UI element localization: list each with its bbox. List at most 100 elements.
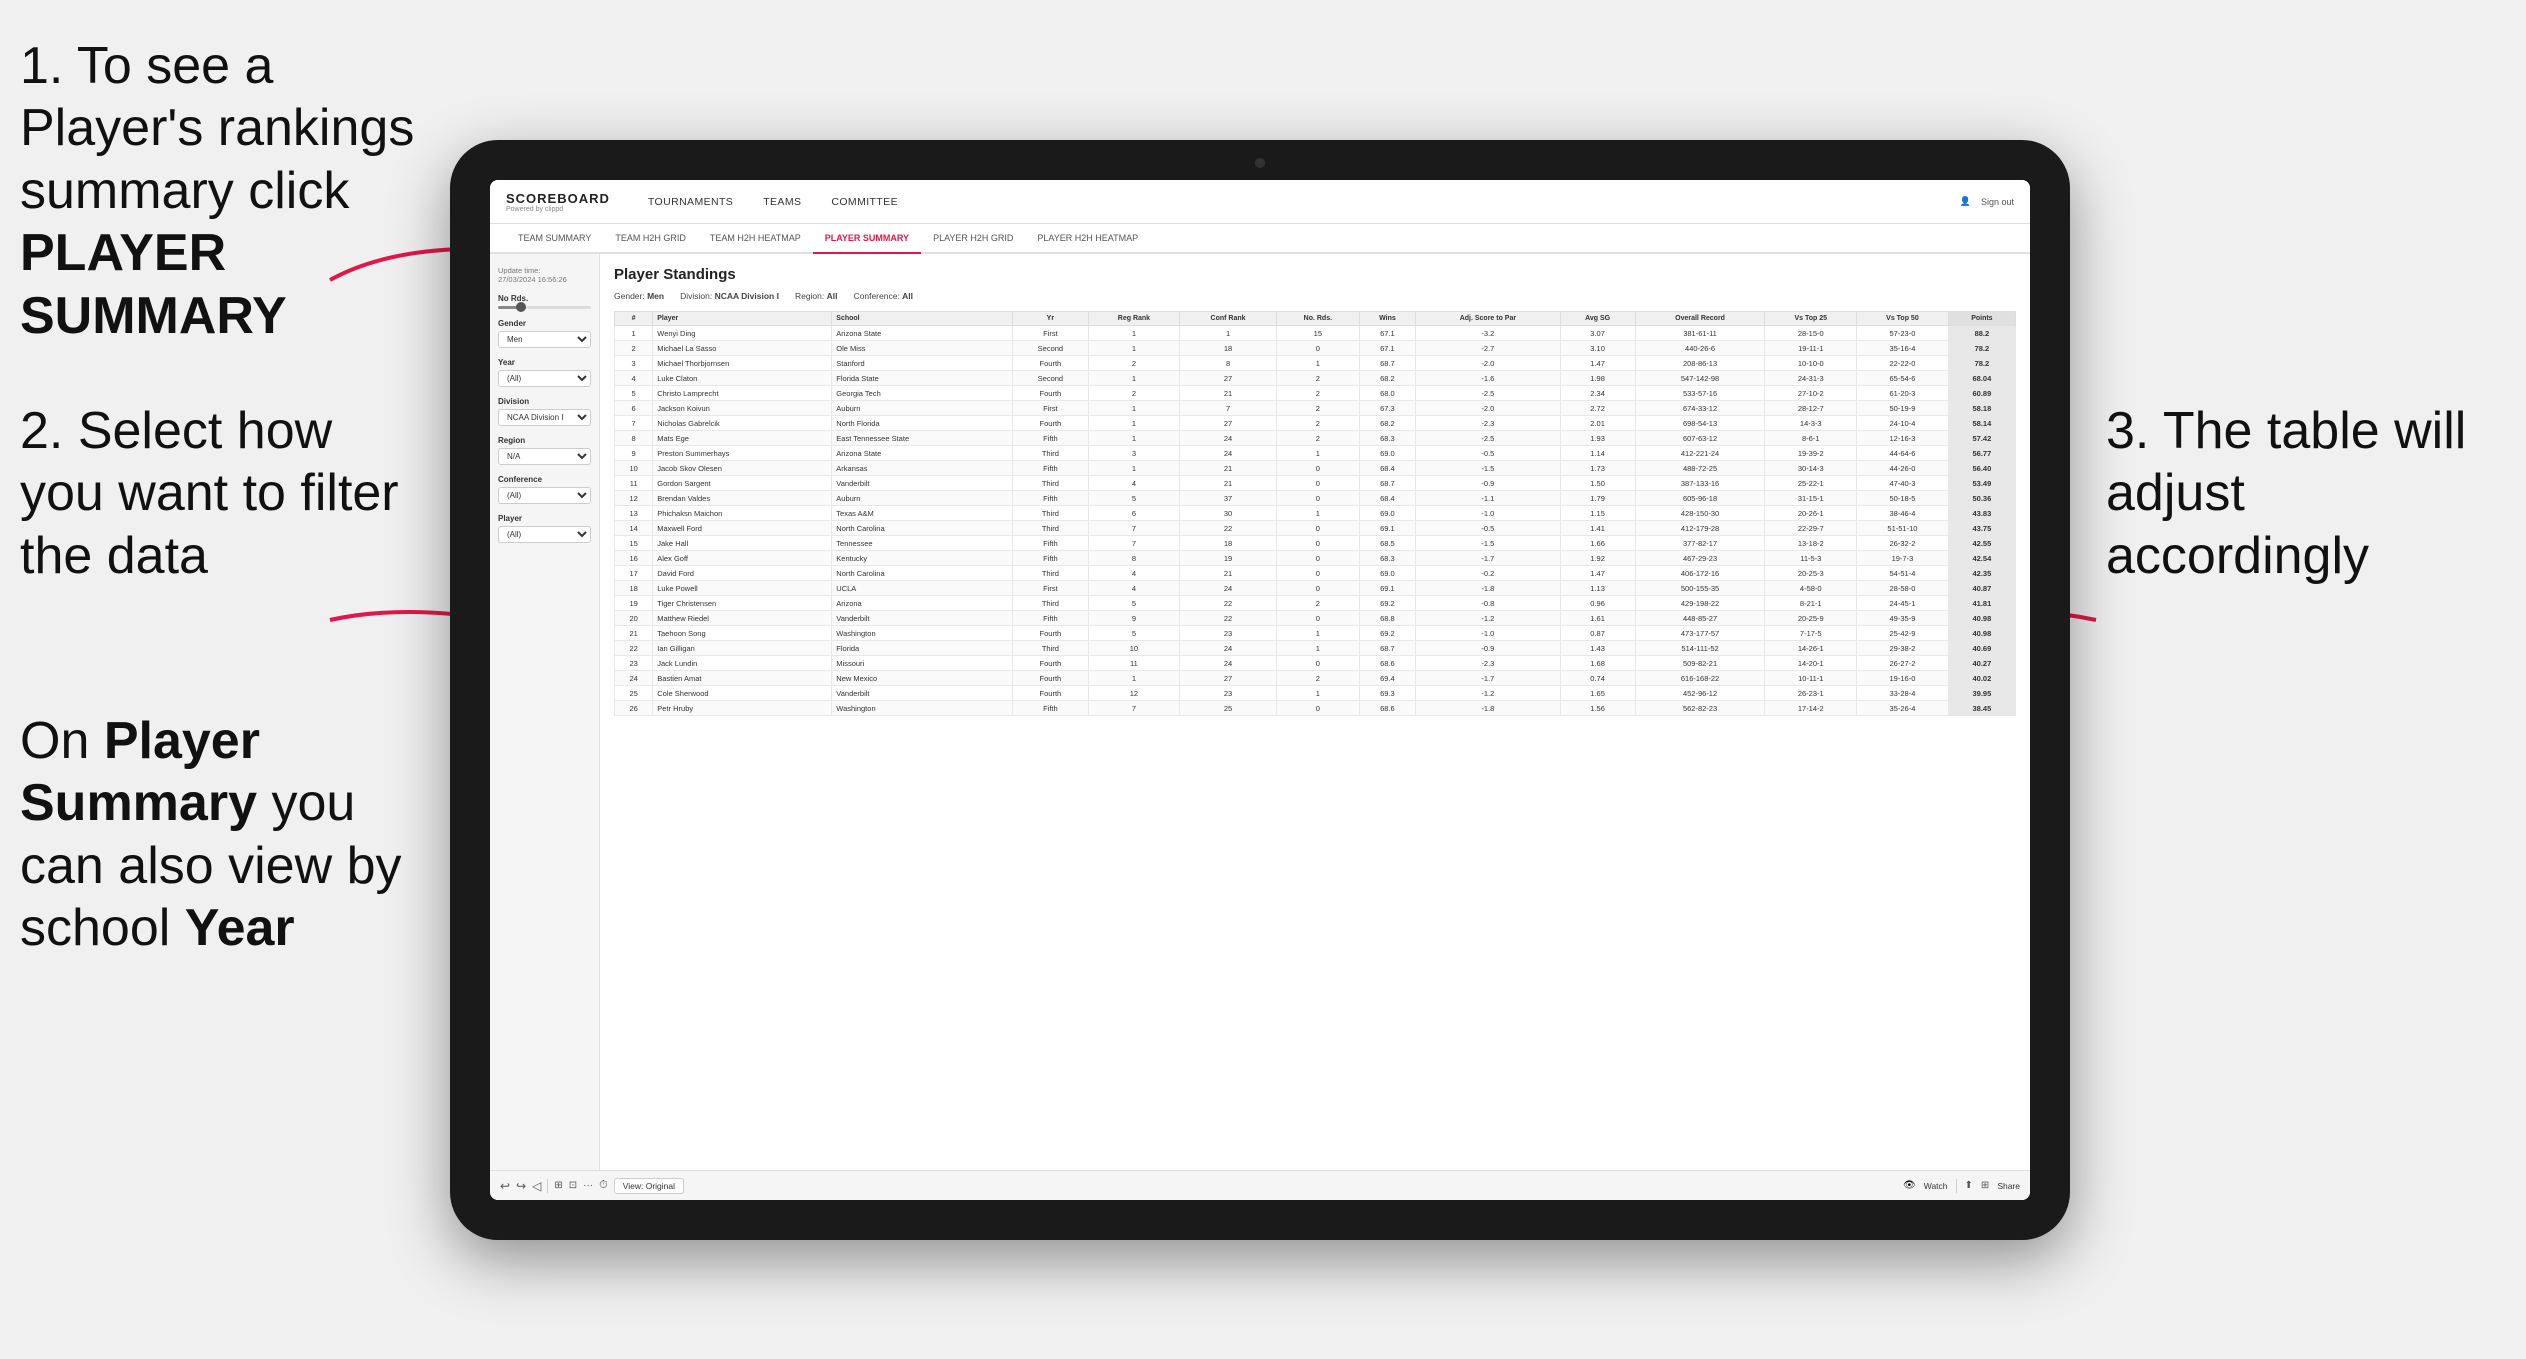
table-cell: East Tennessee State (832, 431, 1013, 446)
sub-nav-player-h2h-grid[interactable]: PLAYER H2H GRID (921, 224, 1025, 252)
table-cell: 9 (1088, 611, 1179, 626)
toolbar-copy[interactable]: ⊞ (554, 1180, 562, 1191)
toolbar-clock[interactable]: ⏱ (599, 1179, 608, 1192)
table-cell: 9 (615, 446, 653, 461)
grid-icon[interactable]: ⊞ (1981, 1180, 1989, 1191)
table-row[interactable]: 1Wenyi DingArizona StateFirst111567.1-3.… (615, 326, 2016, 341)
sub-nav-team-h2h-heatmap[interactable]: TEAM H2H HEATMAP (698, 224, 813, 252)
toolbar-dots[interactable]: ··· (583, 1180, 593, 1191)
nav-committee[interactable]: COMMITTEE (817, 191, 912, 213)
table-row[interactable]: 10Jacob Skov OlesenArkansasFifth121068.4… (615, 461, 2016, 476)
table-cell: 69.0 (1359, 566, 1416, 581)
export-icon[interactable]: ⬆ (1965, 1180, 1973, 1191)
table-row[interactable]: 19Tiger ChristensenArizonaThird522269.2-… (615, 596, 2016, 611)
table-cell: 68.7 (1359, 476, 1416, 491)
table-cell: Luke Claton (653, 371, 832, 386)
table-row[interactable]: 20Matthew RiedelVanderbiltFifth922068.8-… (615, 611, 2016, 626)
col-overall: Overall Record (1635, 312, 1765, 326)
table-row[interactable]: 18Luke PowellUCLAFirst424069.1-1.81.1350… (615, 581, 2016, 596)
year-section: Year (All) First Second Third Fourth Fif… (498, 358, 591, 387)
sign-out-link[interactable]: Sign out (1981, 197, 2014, 207)
table-cell: Missouri (832, 656, 1013, 671)
table-cell: 19-7-3 (1857, 551, 1949, 566)
table-cell: 387-133-16 (1635, 476, 1765, 491)
table-row[interactable]: 8Mats EgeEast Tennessee StateFifth124268… (615, 431, 2016, 446)
table-cell: Matthew Riedel (653, 611, 832, 626)
table-cell: 40.69 (1948, 641, 2015, 656)
table-row[interactable]: 7Nicholas GabrelcikNorth FloridaFourth12… (615, 416, 2016, 431)
table-cell: 8-21-1 (1765, 596, 1857, 611)
table-cell: 25-42-9 (1857, 626, 1949, 641)
gender-select[interactable]: Men Women (498, 331, 591, 348)
table-cell: 23 (1180, 686, 1277, 701)
table-row[interactable]: 2Michael La SassoOle MissSecond118067.1-… (615, 341, 2016, 356)
slider-track[interactable] (498, 306, 591, 309)
app-header: SCOREBOARD Powered by clippd TOURNAMENTS… (490, 180, 2030, 224)
table-cell: 26 (615, 701, 653, 716)
table-cell: 68.2 (1359, 371, 1416, 386)
region-select[interactable]: N/A All (498, 448, 591, 465)
sub-nav-team-h2h-grid[interactable]: TEAM H2H GRID (603, 224, 698, 252)
table-cell: Vanderbilt (832, 611, 1013, 626)
table-row[interactable]: 15Jake HallTennesseeFifth718068.5-1.51.6… (615, 536, 2016, 551)
table-row[interactable]: 25Cole SherwoodVanderbiltFourth1223169.3… (615, 686, 2016, 701)
toolbar-back[interactable]: ◁ (532, 1179, 541, 1193)
table-cell: 1 (1277, 506, 1360, 521)
instruction-1-bold: PLAYER SUMMARY (20, 224, 287, 344)
conference-select[interactable]: (All) (498, 487, 591, 504)
header-icon: 👤 (1960, 196, 1971, 207)
table-cell: Second (1012, 341, 1088, 356)
tablet-camera (1255, 158, 1265, 168)
table-row[interactable]: 5Christo LamprechtGeorgia TechFourth2212… (615, 386, 2016, 401)
sub-nav-team-summary[interactable]: TEAM SUMMARY (506, 224, 603, 252)
table-row[interactable]: 4Luke ClatonFlorida StateSecond127268.2-… (615, 371, 2016, 386)
table-cell: David Ford (653, 566, 832, 581)
table-cell: 1 (615, 326, 653, 341)
table-cell: -1.1 (1416, 491, 1560, 506)
table-row[interactable]: 14Maxwell FordNorth CarolinaThird722069.… (615, 521, 2016, 536)
table-row[interactable]: 24Bastien AmatNew MexicoFourth127269.4-1… (615, 671, 2016, 686)
logo-area: SCOREBOARD Powered by clippd (506, 191, 610, 213)
table-cell: 28-15-0 (1765, 326, 1857, 341)
table-row[interactable]: 11Gordon SargentVanderbiltThird421068.7-… (615, 476, 2016, 491)
table-row[interactable]: 9Preston SummerhaysArizona StateThird324… (615, 446, 2016, 461)
table-cell: 37 (1180, 491, 1277, 506)
toolbar-paste[interactable]: ⊡ (569, 1180, 577, 1191)
division-select[interactable]: NCAA Division I NCAA Division II NCAA Di… (498, 409, 591, 426)
toolbar-undo[interactable]: ↩ (500, 1179, 510, 1193)
table-cell: 2.72 (1560, 401, 1635, 416)
table-row[interactable]: 22Ian GilliganFloridaThird1024168.7-0.91… (615, 641, 2016, 656)
table-cell: 1 (1277, 641, 1360, 656)
table-cell: Third (1012, 596, 1088, 611)
nav-teams[interactable]: TEAMS (749, 191, 815, 213)
table-row[interactable]: 17David FordNorth CarolinaThird421069.0-… (615, 566, 2016, 581)
table-row[interactable]: 3Michael ThorbjornsenStanfordFourth28168… (615, 356, 2016, 371)
table-row[interactable]: 12Brendan ValdesAuburnFifth537068.4-1.11… (615, 491, 2016, 506)
table-cell: 4 (615, 371, 653, 386)
sub-nav-player-summary[interactable]: PLAYER SUMMARY (813, 224, 921, 254)
filter-gender-label: Gender: Men (614, 291, 664, 301)
tablet-screen: SCOREBOARD Powered by clippd TOURNAMENTS… (490, 180, 2030, 1200)
table-cell: 473-177-57 (1635, 626, 1765, 641)
table-row[interactable]: 23Jack LundinMissouriFourth1124068.6-2.3… (615, 656, 2016, 671)
table-cell: -2.0 (1416, 401, 1560, 416)
toolbar-view[interactable]: View: Original (614, 1178, 684, 1194)
nav-tournaments[interactable]: TOURNAMENTS (634, 191, 747, 213)
table-row[interactable]: 6Jackson KoivunAuburnFirst17267.3-2.02.7… (615, 401, 2016, 416)
instruction-4: On Player Summary you can also view by s… (20, 710, 440, 960)
table-cell: Ian Gilligan (653, 641, 832, 656)
year-select[interactable]: (All) First Second Third Fourth Fifth (498, 370, 591, 387)
table-row[interactable]: 21Taehoon SongWashingtonFourth523169.2-1… (615, 626, 2016, 641)
toolbar-redo[interactable]: ↪ (516, 1179, 526, 1193)
player-select[interactable]: (All) (498, 526, 591, 543)
toolbar-share[interactable]: Share (1997, 1181, 2020, 1191)
table-row[interactable]: 16Alex GoffKentuckyFifth819068.3-1.71.92… (615, 551, 2016, 566)
slider-thumb[interactable] (516, 302, 526, 312)
table-cell: Wenyi Ding (653, 326, 832, 341)
toolbar-watch[interactable]: Watch (1924, 1181, 1948, 1191)
table-cell: Fourth (1012, 671, 1088, 686)
sub-nav-player-h2h-heatmap[interactable]: PLAYER H2H HEATMAP (1025, 224, 1150, 252)
table-cell: 50-18-5 (1857, 491, 1949, 506)
table-row[interactable]: 13Phichaksn MaichonTexas A&MThird630169.… (615, 506, 2016, 521)
table-row[interactable]: 26Petr HrubyWashingtonFifth725068.6-1.81… (615, 701, 2016, 716)
